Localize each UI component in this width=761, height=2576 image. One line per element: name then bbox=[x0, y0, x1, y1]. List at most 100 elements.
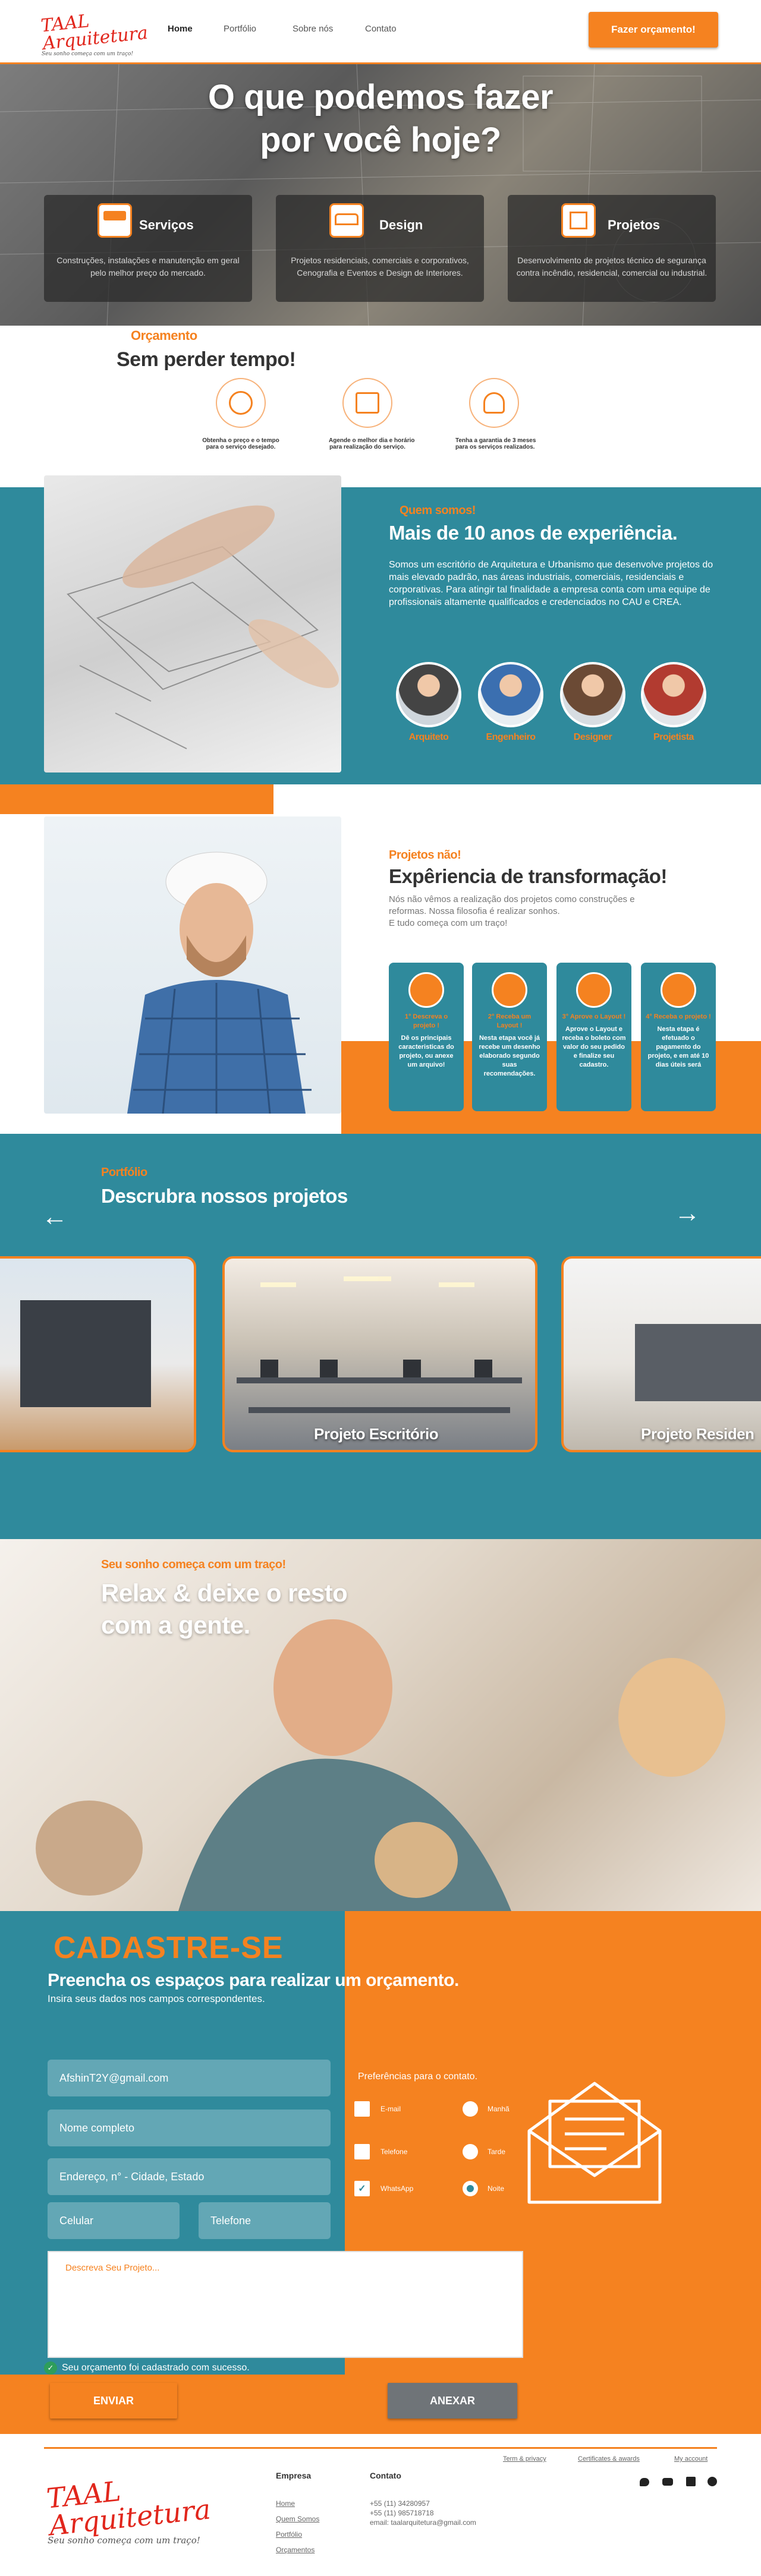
radio-label: Noite bbox=[488, 2184, 505, 2193]
process-step-card[interactable]: 4° Receba o projeto ! Nesta etapa é efet… bbox=[641, 963, 716, 1111]
service-card[interactable]: Serviços Construções, instalações e manu… bbox=[44, 195, 252, 302]
paint-roller-icon bbox=[98, 203, 132, 238]
dream-section: Seu sonho começa com um traço! Relax & d… bbox=[0, 1539, 761, 1911]
hero-title: O que podemos fazer por você hoje? bbox=[207, 78, 554, 159]
lightbulb-icon bbox=[408, 972, 444, 1008]
calendar-icon bbox=[342, 378, 392, 428]
contact-preferences-label: Preferências para o contato. bbox=[358, 2071, 478, 2082]
carousel-prev-arrow-icon[interactable]: ← bbox=[42, 1204, 68, 1230]
footer-link-about[interactable]: Quem Somos bbox=[276, 2515, 319, 2523]
signup-hint: Insira seus dados nos campos corresponde… bbox=[48, 1993, 265, 2004]
terms-link[interactable]: Term & privacy bbox=[503, 2455, 546, 2463]
nav-contact[interactable]: Contato bbox=[365, 24, 397, 34]
avatar-draftsman bbox=[641, 662, 706, 727]
footer-link-home[interactable]: Home bbox=[276, 2499, 295, 2508]
layout-icon bbox=[492, 972, 527, 1008]
engineer-image bbox=[127, 852, 312, 1114]
footer-link-budgets[interactable]: Orçamentos bbox=[276, 2546, 315, 2554]
budget-cta-button[interactable]: Fazer orçamento! bbox=[589, 12, 718, 48]
about-kicker: Quem somos! bbox=[400, 504, 476, 517]
projects-kicker: Projetos não! bbox=[389, 849, 461, 862]
signup-subtitle: Preencha os espaços para realizar um orç… bbox=[48, 1970, 459, 1990]
orange-bar bbox=[0, 784, 273, 814]
email-field[interactable]: AfshinT2Y@gmail.com bbox=[48, 2060, 331, 2096]
pref-whatsapp-checkbox[interactable]: ✓ bbox=[354, 2181, 370, 2196]
portfolio-title: Descrubra nossos projetos bbox=[101, 1185, 348, 1207]
carousel-next-arrow-icon[interactable]: → bbox=[674, 1200, 700, 1226]
nav-about[interactable]: Sobre nós bbox=[293, 24, 333, 34]
office-image bbox=[237, 1276, 522, 1413]
projects-card[interactable]: Projetos Desenvolvimento de projetos téc… bbox=[508, 195, 716, 302]
dream-kicker: Seu sonho começa com um traço! bbox=[101, 1558, 286, 1571]
project-description-textarea[interactable]: Descreva Seu Projeto... bbox=[48, 2251, 523, 2358]
process-step-card[interactable]: 1° Descreva o projeto ! Dê os principais… bbox=[389, 963, 464, 1111]
footer-company-heading: Empresa bbox=[276, 2471, 312, 2480]
site-footer: TAAL Arquitetura Seu sonho começa com um… bbox=[0, 2434, 761, 2576]
account-link[interactable]: My account bbox=[674, 2455, 707, 2463]
worker-photo bbox=[44, 816, 341, 1114]
team-label: Projetista bbox=[653, 732, 694, 742]
avatar-designer bbox=[560, 662, 625, 727]
dream-title: Relax & deixe o resto com a gente. bbox=[101, 1579, 348, 1639]
gift-icon bbox=[661, 972, 696, 1008]
logo[interactable]: TAAL Arquitetura Seu sonho começa com um… bbox=[40, 8, 149, 57]
name-field[interactable]: Nome completo bbox=[48, 2110, 331, 2146]
footer-phone: +55 (11) 34280957 bbox=[370, 2499, 430, 2508]
success-message: ✓ Seu orçamento foi cadastrado com suces… bbox=[44, 2361, 250, 2375]
youtube-icon[interactable] bbox=[662, 2478, 673, 2486]
send-button[interactable]: ENVIAR bbox=[50, 2383, 177, 2419]
guarantee-icon bbox=[469, 378, 519, 428]
linkedin-icon[interactable] bbox=[686, 2477, 696, 2486]
portfolio-card[interactable] bbox=[0, 1256, 196, 1452]
blueprint-image bbox=[67, 505, 339, 749]
check-circle-icon: ✓ bbox=[44, 2361, 57, 2375]
attach-button[interactable]: ANEXAR bbox=[388, 2383, 517, 2419]
pref-email-checkbox[interactable] bbox=[354, 2101, 370, 2117]
pref-night-radio[interactable] bbox=[463, 2181, 478, 2196]
blueprint-icon bbox=[561, 203, 596, 238]
phone-field[interactable]: Telefone bbox=[199, 2202, 331, 2239]
portfolio-kicker: Portfólio bbox=[101, 1166, 147, 1179]
portfolio-card[interactable]: Projeto Escritório bbox=[222, 1256, 537, 1452]
footer-link-portfolio[interactable]: Portfólio bbox=[276, 2530, 302, 2539]
pref-afternoon-radio[interactable] bbox=[463, 2144, 478, 2159]
nav-portfolio[interactable]: Portfólio bbox=[224, 24, 256, 34]
team-label: Arquiteto bbox=[408, 732, 449, 742]
address-field[interactable]: Endereço, n° - Cidade, Estado bbox=[48, 2158, 331, 2195]
signup-title: CADASTRE-SE bbox=[54, 1931, 284, 1965]
radio-label: Tarde bbox=[488, 2148, 506, 2156]
checkbox-label: WhatsApp bbox=[380, 2184, 414, 2193]
certificates-link[interactable]: Certificates & awards bbox=[578, 2455, 640, 2463]
twitter-icon[interactable] bbox=[640, 2478, 649, 2486]
hero-section: O que podemos fazer por você hoje? Servi… bbox=[0, 64, 761, 326]
budget-step: Tenha a garantia de 3 meses para os serv… bbox=[455, 378, 536, 450]
nav-home[interactable]: Home bbox=[168, 24, 193, 34]
process-step-card[interactable]: 3° Aprove o Layout ! Aprove o Layout e r… bbox=[556, 963, 631, 1111]
pref-morning-radio[interactable] bbox=[463, 2101, 478, 2117]
envelope-icon bbox=[527, 2082, 662, 2204]
checkbox-label: Telefone bbox=[380, 2148, 408, 2156]
budget-kicker: Orçamento bbox=[131, 328, 197, 343]
team-label: Designer bbox=[573, 732, 612, 742]
budget-step: Obtenha o preço e o tempo para o serviço… bbox=[202, 378, 279, 450]
about-text: Somos um escritório de Arquitetura e Urb… bbox=[389, 560, 713, 607]
mobile-field[interactable]: Celular bbox=[48, 2202, 180, 2239]
portfolio-card-title: Projeto Escritório bbox=[314, 1425, 439, 1443]
pinterest-icon[interactable] bbox=[707, 2477, 717, 2486]
portfolio-card[interactable]: Projeto Residen bbox=[561, 1256, 761, 1452]
sofa-icon bbox=[329, 203, 364, 238]
portfolio-section: Portfólio Descrubra nossos projetos ← → … bbox=[0, 1134, 761, 1539]
about-title: Mais de 10 anos de experiência. bbox=[389, 522, 678, 544]
design-card[interactable]: Design Projetos residenciais, comerciais… bbox=[276, 195, 484, 302]
footer-logo[interactable]: TAAL Arquitetura Seu sonho começa com um… bbox=[45, 2475, 226, 2547]
radio-label: Manhã bbox=[488, 2105, 510, 2113]
footer-contact-heading: Contato bbox=[370, 2471, 401, 2480]
process-step-card[interactable]: 2° Receba um Layout ! Nesta etapa você j… bbox=[472, 963, 547, 1111]
checkbox-label: E-mail bbox=[380, 2105, 401, 2113]
money-icon bbox=[216, 378, 266, 428]
signup-section: CADASTRE-SE Preencha os espaços para rea… bbox=[0, 1911, 761, 2434]
budget-section: Orçamento Sem perder tempo! Obtenha o pr… bbox=[0, 326, 761, 487]
thumbs-up-icon bbox=[576, 972, 612, 1008]
footer-phone: +55 (11) 985718718 bbox=[370, 2509, 434, 2517]
pref-phone-checkbox[interactable] bbox=[354, 2144, 370, 2159]
